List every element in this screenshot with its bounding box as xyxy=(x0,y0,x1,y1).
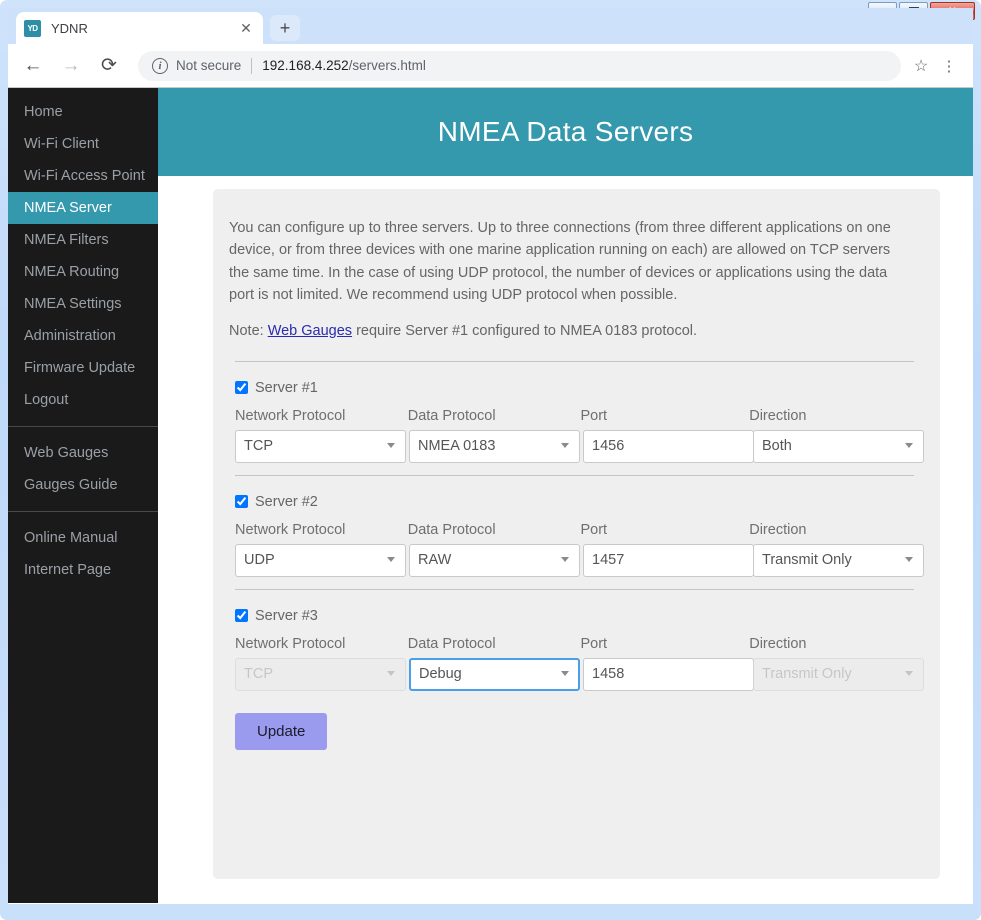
field-labels-row-3: Network Protocol Data Protocol Port Directi… xyxy=(235,636,920,652)
tab-close-icon[interactable]: ✕ xyxy=(237,19,255,37)
note-paragraph: Note: Web Gauges require Server #1 confi… xyxy=(229,323,920,339)
window-frame: ✕ YD YDNR ✕ + ← → ⟳ i Not secure 192.168… xyxy=(0,0,981,920)
sidebar-item-gauges-guide[interactable]: Gauges Guide xyxy=(8,469,158,501)
server-checkbox-input-1[interactable] xyxy=(235,381,248,395)
server-label-3: Server #3 xyxy=(255,607,318,624)
omnibox-divider xyxy=(251,57,253,74)
sidebar-item-nmea-routing[interactable]: NMEA Routing xyxy=(8,256,158,288)
field-row-1: TCPNMEA 0183 Both xyxy=(235,429,924,463)
label-port-1: Port xyxy=(580,407,608,424)
field-row-2: UDPRAW Transmit Only xyxy=(235,543,924,577)
info-icon[interactable]: i xyxy=(152,57,168,74)
server-enable-checkbox-3[interactable]: Server #3 xyxy=(235,608,920,624)
browser-toolbar: ← → ⟳ i Not secure 192.168.4.252 /server… xyxy=(8,44,973,88)
address-bar[interactable]: i Not secure 192.168.4.252 /servers.html xyxy=(138,50,901,81)
sidebar-item-administration[interactable]: Administration xyxy=(8,320,158,352)
sidebar-nav: Home Wi-Fi Client Wi-Fi Access Point NMEA S… xyxy=(8,88,158,903)
server-label-1: Server #1 xyxy=(255,379,318,396)
security-status: Not secure xyxy=(176,58,242,73)
label-network-protocol-2: Network Protocol xyxy=(235,521,346,538)
tab-strip: YD YDNR ✕ + xyxy=(8,8,973,44)
data-protocol-select-3[interactable]: Debug xyxy=(409,657,580,691)
network-protocol-select-3: TCP xyxy=(235,657,406,691)
label-data-protocol-2: Data Protocol xyxy=(407,521,496,538)
overflow-menu-icon[interactable]: ⋮ xyxy=(935,52,963,80)
server-checkbox-input-2[interactable] xyxy=(235,495,248,509)
sidebar-item-online-manual[interactable]: Online Manual xyxy=(8,522,158,554)
sidebar-divider xyxy=(8,426,158,427)
direction-select-1[interactable]: Both xyxy=(753,429,924,463)
server-block-1: Server #1 Network Protocol Data Protocol Po… xyxy=(229,380,924,463)
port-input-1[interactable] xyxy=(583,429,754,463)
intro-paragraph: You can configure up to three servers. U… xyxy=(229,220,891,304)
browser-tab-ydnr[interactable]: YD YDNR ✕ xyxy=(16,12,263,44)
label-network-protocol-3: Network Protocol xyxy=(235,635,346,652)
label-direction-1: Direction xyxy=(749,407,807,424)
data-protocol-select-2[interactable]: RAW xyxy=(409,543,580,577)
direction-select-2[interactable]: Transmit Only xyxy=(753,543,924,577)
field-row-3: TCPDebug Transmit Only xyxy=(235,657,924,691)
section-divider xyxy=(235,588,914,590)
server-checkbox-input-3[interactable] xyxy=(235,609,248,623)
back-icon[interactable]: ← xyxy=(18,51,48,81)
data-protocol-select-1[interactable]: NMEA 0183 xyxy=(409,429,580,463)
settings-panel: You can configure up to three servers. U… xyxy=(213,189,940,879)
url-path: /servers.html xyxy=(348,58,426,73)
bookmark-star-icon[interactable]: ☆ xyxy=(907,52,935,80)
label-data-protocol-1: Data Protocol xyxy=(407,407,496,424)
main-content: NMEA Data Servers You can configure up t… xyxy=(158,88,973,903)
server-enable-checkbox-2[interactable]: Server #2 xyxy=(235,494,920,510)
sidebar-item-home[interactable]: Home xyxy=(8,96,158,128)
server-block-2: Server #2 Network Protocol Data Protocol Po… xyxy=(229,494,924,577)
server-enable-checkbox-1[interactable]: Server #1 xyxy=(235,380,920,396)
note-prefix: Note: xyxy=(229,322,268,339)
page-title: NMEA Data Servers xyxy=(437,116,694,147)
section-divider xyxy=(235,360,914,362)
sidebar-item-web-gauges[interactable]: Web Gauges xyxy=(8,437,158,469)
favicon-icon: YD xyxy=(24,19,41,37)
web-gauges-link[interactable]: Web Gauges xyxy=(268,323,352,339)
sidebar-item-internet-page[interactable]: Internet Page xyxy=(8,554,158,586)
server-block-3: Server #3 Network Protocol Data Protocol Po… xyxy=(229,608,924,691)
sidebar-item-nmea-settings[interactable]: NMEA Settings xyxy=(8,288,158,320)
network-protocol-select-1[interactable]: TCP xyxy=(235,429,406,463)
section-divider xyxy=(235,474,914,476)
label-data-protocol-3: Data Protocol xyxy=(407,635,496,652)
sidebar-item-nmea-server[interactable]: NMEA Server xyxy=(8,192,158,224)
label-network-protocol-1: Network Protocol xyxy=(235,407,346,424)
sidebar-item-wi-fi-client[interactable]: Wi-Fi Client xyxy=(8,128,158,160)
update-button[interactable]: Update xyxy=(235,712,328,750)
sidebar-item-nmea-filters[interactable]: NMEA Filters xyxy=(8,224,158,256)
sidebar-divider xyxy=(8,511,158,512)
new-tab-button[interactable]: + xyxy=(270,15,300,41)
note-suffix: require Server #1 configured to NMEA 018… xyxy=(352,322,698,339)
sidebar-item-logout[interactable]: Logout xyxy=(8,384,158,416)
direction-select-3: Transmit Only xyxy=(753,657,924,691)
page-viewport: Home Wi-Fi Client Wi-Fi Access Point NMEA S… xyxy=(8,88,973,903)
field-labels-row-1: Network Protocol Data Protocol Port Directi… xyxy=(235,408,920,424)
port-input-2[interactable] xyxy=(583,543,754,577)
field-labels-row-2: Network Protocol Data Protocol Port Directi… xyxy=(235,522,920,538)
reload-icon[interactable]: ⟳ xyxy=(94,51,124,81)
servers-container: Server #1 Network Protocol Data Protocol Po… xyxy=(229,360,924,691)
label-port-2: Port xyxy=(580,521,608,538)
label-port-3: Port xyxy=(580,635,608,652)
port-input-3[interactable] xyxy=(583,657,754,691)
tab-title: YDNR xyxy=(51,20,88,36)
forward-icon[interactable]: → xyxy=(56,51,86,81)
server-label-2: Server #2 xyxy=(255,493,318,510)
label-direction-2: Direction xyxy=(749,521,807,538)
url-host: 192.168.4.252 xyxy=(262,58,349,73)
label-direction-3: Direction xyxy=(749,635,807,652)
sidebar-item-firmware-update[interactable]: Firmware Update xyxy=(8,352,158,384)
page-header: NMEA Data Servers xyxy=(158,88,973,176)
sidebar-item-wi-fi-access-point[interactable]: Wi-Fi Access Point xyxy=(8,160,158,192)
browser-window: YD YDNR ✕ + ← → ⟳ i Not secure 192.168.4… xyxy=(8,8,973,904)
network-protocol-select-2[interactable]: UDP xyxy=(235,543,406,577)
